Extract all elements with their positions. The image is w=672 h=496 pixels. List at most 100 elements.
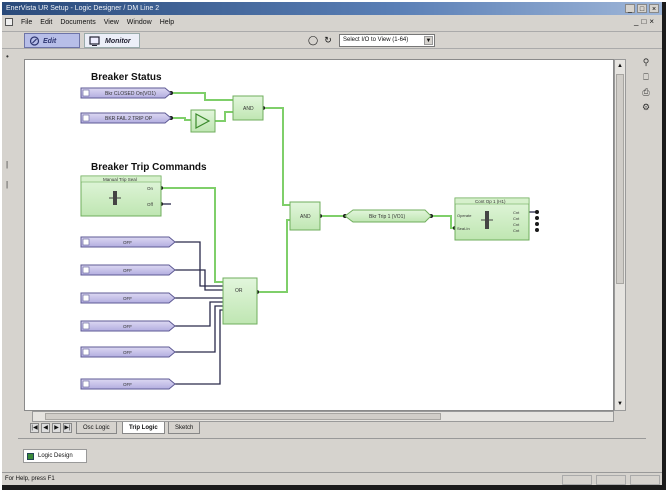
print-icon[interactable]: ⎙	[639, 86, 653, 99]
menu-view[interactable]: View	[104, 19, 119, 26]
status-input-1[interactable]: Bkr CLOSED On(VO1)	[80, 87, 172, 99]
status-input-2[interactable]: BKR FAIL 2 TRIP OP	[80, 112, 172, 124]
zoom-fit-icon[interactable]: ⎕	[639, 71, 653, 84]
splitter-handle-2[interactable]: |	[6, 180, 15, 192]
and-gate-top[interactable]: AND	[232, 95, 264, 121]
doc-restore-icon[interactable]: □	[641, 17, 646, 26]
status-pane-3	[630, 475, 660, 485]
breaker-status-title: Breaker Status	[91, 72, 162, 83]
vertical-scroll-thumb[interactable]	[616, 74, 624, 284]
scroll-up-icon[interactable]: ▲	[616, 61, 624, 71]
edit-mode-button[interactable]: Edit	[24, 33, 80, 48]
trip-port-operate: Operate	[457, 213, 472, 218]
edit-mode-label: Edit	[43, 38, 57, 45]
tab-sketch[interactable]: Sketch	[168, 422, 201, 434]
monitor-mode-button[interactable]: Monitor	[84, 33, 140, 48]
doc-minimize-icon[interactable]: _	[634, 17, 638, 26]
pin-icon[interactable]: •	[6, 52, 15, 64]
monitor-mode-label: Monitor	[105, 38, 131, 45]
close-button[interactable]: ×	[649, 4, 659, 13]
logic-canvas[interactable]: Breaker Status Breaker Trip Commands Bkr…	[24, 59, 614, 411]
wire-or-and	[257, 219, 290, 293]
wire-and-and	[263, 107, 290, 206]
minimize-button[interactable]: _	[625, 4, 635, 13]
trip-commands-title: Breaker Trip Commands	[91, 162, 207, 173]
wire-buffer-and	[215, 111, 233, 122]
wire-vo-trip	[431, 215, 455, 229]
prev-sheet-icon[interactable]: ◀	[41, 423, 50, 433]
off-input-6[interactable]: OFF	[80, 378, 176, 390]
wire-status2-buffer	[171, 117, 191, 121]
splitter-handle[interactable]: |	[6, 160, 15, 172]
mode-toolbar: Edit Monitor ◯ ↻ Select I/O to View (1-6…	[2, 31, 662, 49]
logic-design-icon	[27, 453, 34, 460]
maximize-button[interactable]: □	[637, 4, 647, 13]
trip-out-3: Cnt	[513, 222, 520, 227]
menu-documents[interactable]: Documents	[60, 19, 95, 26]
off-input-5[interactable]: OFF	[80, 346, 176, 358]
and-gate-mid[interactable]: AND	[289, 201, 321, 231]
off-input-5-label: OFF	[123, 350, 132, 355]
wire-off5	[175, 305, 223, 353]
scroll-down-icon[interactable]: ▼	[616, 399, 624, 409]
status-text: For Help, press F1	[5, 476, 55, 482]
trip-port-sealin: Seal-In	[457, 226, 470, 231]
horizontal-scroll-thumb[interactable]	[45, 413, 441, 420]
settings-icon[interactable]: ⚙	[639, 101, 653, 114]
chevron-down-icon[interactable]: ▼	[424, 36, 433, 45]
tool-palette: ⚲ ⎕ ⎙ ⚙	[634, 54, 658, 114]
or-gate[interactable]: OR	[222, 277, 258, 325]
off-input-1-label: OFF	[123, 240, 132, 245]
off-input-4[interactable]: OFF	[80, 320, 176, 332]
doc-close-icon[interactable]: ×	[649, 17, 654, 26]
menu-file[interactable]: File	[21, 19, 32, 26]
tab-osc-logic[interactable]: Osc Logic	[76, 422, 117, 434]
drop-icon[interactable]: ◯	[307, 34, 319, 46]
zoom-icon[interactable]: ⚲	[639, 56, 653, 69]
sheet-tab-bar: |◀ ◀ ▶ ▶| Osc Logic Trip Logic Sketch	[26, 422, 626, 435]
menu-help[interactable]: Help	[160, 19, 174, 26]
latch-block-title: Manual Trip Seal	[103, 177, 137, 182]
horizontal-scrollbar[interactable]	[32, 411, 614, 422]
or-gate-label: OR	[235, 288, 243, 294]
view-io-select[interactable]: Select I/O to View (1-64) ▼	[339, 34, 435, 47]
wire-off6	[175, 309, 223, 385]
off-input-3[interactable]: OFF	[80, 292, 176, 304]
view-io-select-value: Select I/O to View (1-64)	[343, 37, 409, 43]
off-input-1[interactable]: OFF	[80, 236, 176, 248]
window-title: EnerVista UR Setup - Logic Designer / DM…	[6, 5, 160, 12]
status-pane-2	[596, 475, 626, 485]
vertical-scrollbar[interactable]: ▲ ▼	[614, 59, 626, 411]
tab-trip-logic[interactable]: Trip Logic	[122, 422, 165, 434]
next-sheet-icon[interactable]: ▶	[52, 423, 61, 433]
off-input-2[interactable]: OFF	[80, 264, 176, 276]
last-sheet-icon[interactable]: ▶|	[63, 423, 72, 433]
off-input-6-label: OFF	[123, 382, 132, 387]
trip-out-1: Cnt	[513, 210, 520, 215]
first-sheet-icon[interactable]: |◀	[30, 423, 39, 433]
buffer-block[interactable]	[190, 109, 216, 133]
logic-design-task-button[interactable]: Logic Design	[23, 449, 87, 463]
trip-output-block[interactable]: Cont Op 1 (H1) Operate Seal-In Cnt Cnt C…	[454, 197, 530, 241]
status-bar: For Help, press F1	[2, 472, 662, 485]
virtual-output[interactable]: Bkr Trip 1 (VO1)	[344, 209, 432, 223]
edit-icon	[29, 36, 40, 46]
off-input-4-label: OFF	[123, 324, 132, 329]
refresh-icon[interactable]: ↻	[322, 34, 334, 46]
trip-out-2: Cnt	[513, 216, 520, 221]
status-input-2-label: BKR FAIL 2 TRIP OP	[105, 116, 153, 122]
virtual-output-label: Bkr Trip 1 (VO1)	[369, 214, 405, 220]
menu-bar: File Edit Documents View Window Help _ □…	[2, 15, 662, 29]
status-input-1-label: Bkr CLOSED On(VO1)	[105, 91, 156, 97]
and-gate-mid-label: AND	[300, 214, 311, 220]
document-menu-icon[interactable]	[5, 18, 13, 26]
left-strip: • | |	[2, 50, 22, 442]
off-input-2-label: OFF	[123, 268, 132, 273]
latch-block[interactable]: Manual Trip Seal On Off	[80, 175, 162, 217]
wire-status1-and	[171, 92, 233, 101]
logic-design-label: Logic Design	[38, 453, 73, 459]
title-bar: EnerVista UR Setup - Logic Designer / DM…	[2, 2, 662, 15]
menu-edit[interactable]: Edit	[40, 19, 52, 26]
and-gate-top-label: AND	[243, 106, 254, 112]
menu-window[interactable]: Window	[127, 19, 152, 26]
